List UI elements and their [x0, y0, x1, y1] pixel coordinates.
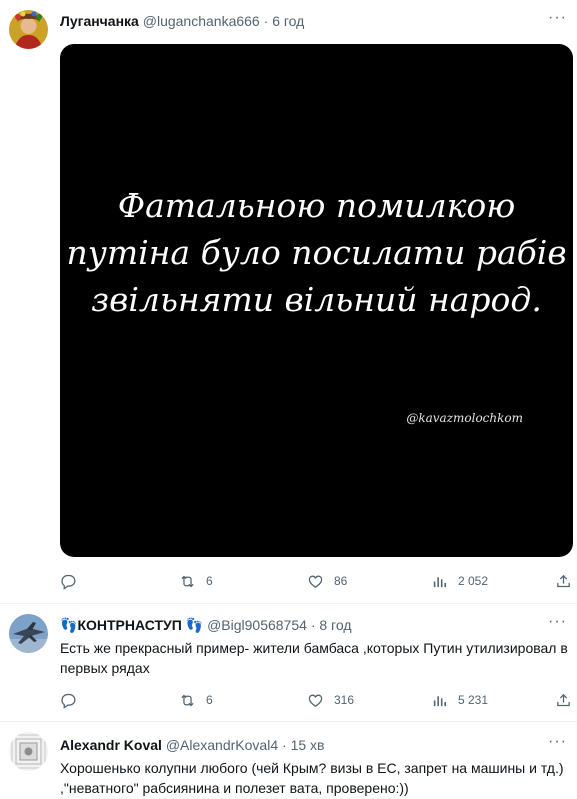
avatar[interactable]	[9, 732, 48, 771]
share-button[interactable]	[555, 571, 572, 591]
author-handle[interactable]: @Bigl90568754	[207, 617, 307, 633]
views-count: 5 231	[458, 693, 489, 707]
share-icon	[557, 574, 570, 587]
like-icon	[308, 575, 323, 588]
retweet-icon	[181, 575, 194, 587]
reply-icon	[61, 574, 76, 590]
views-button[interactable]: 5 231	[431, 690, 488, 710]
views-icon	[433, 576, 447, 587]
views-button[interactable]: 2 052	[431, 571, 488, 591]
retweet-button[interactable]: 6	[179, 690, 213, 710]
timestamp[interactable]: 15 хв	[291, 737, 325, 753]
tweet-2[interactable]: 👣КОНТРНАСТУП 👣 @Bigl90568754 · 8 год ···…	[0, 604, 577, 719]
image-quote: Фатальною помилкою путіна було посилати …	[60, 182, 573, 323]
tweet-image[interactable]: Фатальною помилкою путіна було посилати …	[60, 44, 573, 557]
tweet-1[interactable]: Луганчанка @luganchanka666 · 6 год ··· Ф…	[0, 0, 577, 602]
author-name[interactable]: Луганчанка	[60, 13, 139, 29]
footprints-emoji: 👣	[185, 617, 204, 633]
retweet-button[interactable]: 6	[179, 571, 213, 591]
image-quote-line-1: Фатальною помилкою	[117, 186, 516, 225]
views-count: 2 052	[458, 574, 489, 588]
like-button[interactable]: 86	[307, 571, 347, 591]
tweet-actions: 6 316 5 231	[60, 690, 577, 710]
share-button[interactable]	[555, 690, 572, 710]
like-button[interactable]: 316	[307, 690, 354, 710]
author-handle[interactable]: @luganchanka666	[143, 13, 260, 29]
footprints-emoji: 👣	[60, 617, 78, 633]
avatar[interactable]	[9, 10, 48, 49]
retweet-count: 6	[206, 693, 213, 707]
timestamp[interactable]: 8 год	[319, 617, 351, 633]
image-watermark: @kavazmolochkom	[406, 411, 523, 425]
tweet-text: Есть же прекрасный пример- жители бамбас…	[60, 640, 568, 676]
tweet-3[interactable]: Alexandr Koval @AlexandrKoval4 · 15 хв ·…	[0, 722, 577, 799]
tweet-actions: 6 86 2 052	[60, 571, 577, 591]
like-icon	[308, 694, 323, 707]
like-count: 86	[334, 574, 348, 588]
like-count: 316	[334, 693, 355, 707]
dot-separator: ·	[310, 617, 316, 633]
reply-button[interactable]	[60, 690, 87, 710]
retweet-count: 6	[206, 574, 213, 588]
more-icon[interactable]: ···	[548, 9, 567, 27]
image-quote-line-2: путіна було посилати рабів	[66, 233, 567, 272]
image-quote-line-3: звільняти вільний народ.	[91, 280, 542, 319]
author-name[interactable]: Alexandr Koval	[60, 737, 162, 753]
more-icon[interactable]: ···	[548, 733, 567, 751]
dot-separator: ·	[263, 13, 269, 29]
tweet-header: Луганчанка @luganchanka666 · 6 год	[60, 13, 304, 29]
reply-icon	[61, 693, 76, 709]
tweet-text: Хорошенько колупни любого (чей Крым? виз…	[60, 760, 564, 796]
retweet-icon	[181, 694, 194, 706]
more-icon[interactable]: ···	[548, 613, 567, 631]
dot-separator: ·	[282, 737, 287, 753]
timestamp[interactable]: 6 год	[272, 13, 304, 29]
tweet-header: 👣КОНТРНАСТУП 👣 @Bigl90568754 · 8 год	[60, 617, 352, 634]
tweet-header: Alexandr Koval @AlexandrKoval4 · 15 хв	[60, 737, 324, 753]
author-handle[interactable]: @AlexandrKoval4	[166, 737, 278, 753]
avatar[interactable]	[9, 614, 48, 653]
author-name[interactable]: КОНТРНАСТУП	[77, 617, 181, 633]
share-icon	[557, 693, 570, 706]
reply-button[interactable]	[60, 571, 87, 591]
views-icon	[433, 695, 447, 706]
